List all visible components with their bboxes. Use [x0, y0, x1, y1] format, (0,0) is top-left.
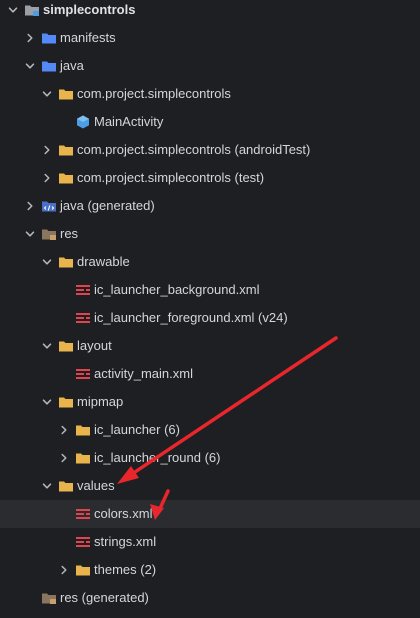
xml-file-icon: [75, 310, 91, 326]
tree-item-label: manifests: [60, 30, 116, 45]
tree-item-label: java: [60, 58, 84, 73]
tree-row[interactable]: activity_main.xml: [0, 360, 420, 388]
generated-source-folder-icon: [41, 198, 57, 214]
tree-item-label: res: [60, 226, 79, 241]
xml-file-icon: [75, 534, 91, 550]
tree-row[interactable]: MainActivity: [0, 108, 420, 136]
tree-item-label: com.project.simplecontrols (androidTest): [77, 142, 311, 157]
tree-row[interactable]: java: [0, 52, 420, 80]
tree-item-label: res (generated): [60, 590, 149, 605]
chevron-right-icon[interactable]: [58, 564, 70, 576]
tree-item-label: mipmap: [77, 394, 124, 409]
tree-row[interactable]: layout: [0, 332, 420, 360]
folder-yellow-icon: [58, 394, 74, 410]
tree-item-label: MainActivity: [94, 114, 164, 129]
tree-item-label: ic_launcher_round (6): [94, 450, 221, 465]
tree-row[interactable]: ic_launcher_round (6): [0, 444, 420, 472]
tree-row[interactable]: manifests: [0, 24, 420, 52]
tree-row[interactable]: com.project.simplecontrols (androidTest): [0, 136, 420, 164]
tree-item-label: com.project.simplecontrols: [77, 86, 231, 101]
folder-yellow-icon: [58, 254, 74, 270]
tree-item-label: simplecontrols: [43, 2, 136, 17]
tree-row[interactable]: mipmap: [0, 388, 420, 416]
generated-resource-folder-icon: [41, 590, 57, 606]
folder-blue-icon: [41, 58, 57, 74]
chevron-down-icon[interactable]: [41, 88, 53, 100]
package-folder-icon: [58, 170, 74, 186]
chevron-down-icon[interactable]: [41, 396, 53, 408]
module-folder-icon: [24, 2, 40, 18]
tree-row[interactable]: java (generated): [0, 192, 420, 220]
project-tree: simplecontrols manifests java com.project.s…: [0, 0, 420, 618]
xml-file-icon: [75, 506, 91, 522]
chevron-down-icon[interactable]: [24, 228, 36, 240]
chevron-right-icon[interactable]: [41, 144, 53, 156]
tree-row[interactable]: ic_launcher_background.xml: [0, 276, 420, 304]
tree-item-label: layout: [77, 338, 112, 353]
chevron-right-icon[interactable]: [24, 32, 36, 44]
tree-item-label: ic_launcher_background.xml: [94, 282, 260, 297]
tree-item-label: ic_launcher_foreground.xml (v24): [94, 310, 288, 325]
tree-row[interactable]: com.project.simplecontrols (test): [0, 164, 420, 192]
tree-item-label: activity_main.xml: [94, 366, 193, 381]
folder-blue-icon: [41, 30, 57, 46]
tree-row[interactable]: themes (2): [0, 556, 420, 584]
package-folder-icon: [58, 86, 74, 102]
tree-row[interactable]: colors.xml: [0, 500, 420, 528]
tree-row[interactable]: simplecontrols: [0, 0, 420, 24]
tree-row[interactable]: com.project.simplecontrols: [0, 80, 420, 108]
tree-row[interactable]: ic_launcher (6): [0, 416, 420, 444]
tree-item-label: colors.xml: [94, 506, 153, 521]
tree-row[interactable]: strings.xml: [0, 528, 420, 556]
tree-item-label: ic_launcher (6): [94, 422, 180, 437]
chevron-down-icon[interactable]: [24, 60, 36, 72]
folder-yellow-icon: [75, 562, 91, 578]
chevron-right-icon[interactable]: [41, 172, 53, 184]
folder-yellow-icon: [58, 478, 74, 494]
tree-item-label: drawable: [77, 254, 130, 269]
tree-item-label: com.project.simplecontrols (test): [77, 170, 265, 185]
xml-file-icon: [75, 366, 91, 382]
folder-yellow-icon: [75, 422, 91, 438]
tree-row[interactable]: ic_launcher_foreground.xml (v24): [0, 304, 420, 332]
chevron-right-icon[interactable]: [58, 424, 70, 436]
chevron-down-icon[interactable]: [7, 4, 19, 16]
tree-item-label: strings.xml: [94, 534, 157, 549]
tree-item-label: values: [77, 478, 115, 493]
tree-row[interactable]: values: [0, 472, 420, 500]
xml-file-icon: [75, 282, 91, 298]
tree-row[interactable]: drawable: [0, 248, 420, 276]
chevron-right-icon[interactable]: [24, 200, 36, 212]
chevron-down-icon[interactable]: [41, 480, 53, 492]
chevron-right-icon[interactable]: [58, 452, 70, 464]
chevron-down-icon[interactable]: [41, 256, 53, 268]
resource-folder-icon: [41, 226, 57, 242]
tree-row[interactable]: res: [0, 220, 420, 248]
tree-item-label: themes (2): [94, 562, 157, 577]
tree-item-label: java (generated): [60, 198, 155, 213]
chevron-down-icon[interactable]: [41, 340, 53, 352]
tree-row[interactable]: res (generated): [0, 584, 420, 612]
folder-yellow-icon: [75, 450, 91, 466]
activity-class-icon: [75, 114, 91, 130]
folder-yellow-icon: [58, 338, 74, 354]
package-folder-icon: [58, 142, 74, 158]
